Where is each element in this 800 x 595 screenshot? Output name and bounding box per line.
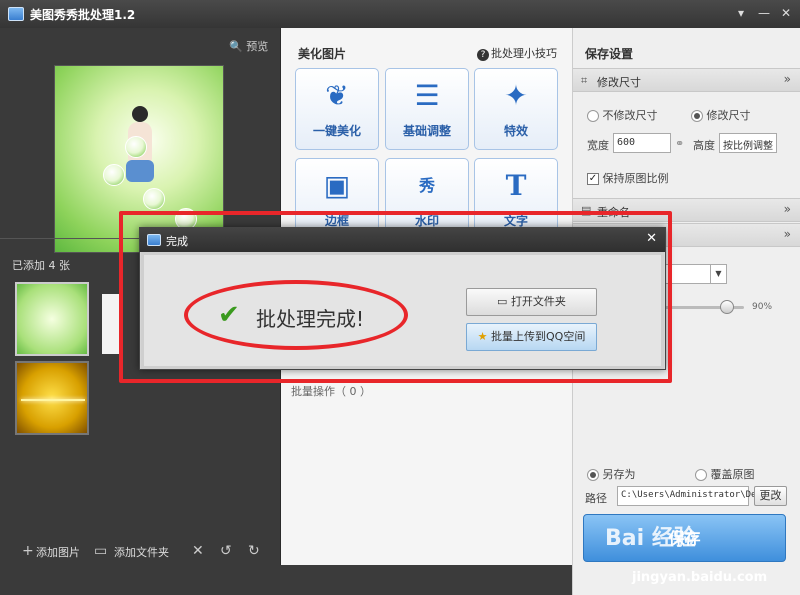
save-as-label: 另存为 bbox=[602, 468, 636, 481]
overwrite-label: 覆盖原图 bbox=[710, 468, 755, 481]
left-bottom-bar: + 添加图片 ▭ 添加文件夹 ✕ ↺ ↻ bbox=[0, 538, 280, 568]
add-images-button[interactable]: 添加图片 bbox=[36, 544, 80, 560]
upload-qq-label: 批量上传到QQ空间 bbox=[491, 330, 586, 343]
watermark-icon: 秀 bbox=[418, 176, 435, 195]
app-logo-icon bbox=[8, 7, 24, 21]
batch-ops-label: 批量操作（ 0 ） bbox=[291, 385, 371, 398]
frame-icon: ▣ bbox=[323, 169, 351, 202]
height-input[interactable]: 按比例调整 bbox=[719, 133, 777, 153]
title-bar: 美图秀秀批处理1.2 ▾ — ✕ bbox=[0, 0, 800, 28]
width-label: 宽度 bbox=[587, 139, 609, 152]
resize-label: 修改尺寸 bbox=[706, 109, 751, 122]
path-label: 路径 bbox=[585, 492, 607, 505]
close-icon[interactable]: ✕ bbox=[777, 4, 795, 22]
keep-ratio-label: 保持原图比例 bbox=[602, 172, 669, 185]
save-settings-title: 保存设置 bbox=[585, 47, 634, 61]
chevron-right-icon: » bbox=[783, 202, 791, 216]
preview-label: 预览 bbox=[246, 40, 269, 53]
preview-image bbox=[54, 65, 224, 253]
leaf-bubble bbox=[103, 164, 125, 186]
save-as-option[interactable]: 另存为 bbox=[587, 466, 636, 482]
done-message: 批处理完成! bbox=[256, 307, 365, 331]
sliders-icon: ☰ bbox=[414, 79, 440, 112]
app-logo-icon bbox=[147, 234, 161, 246]
no-resize-option[interactable]: 不修改尺寸 bbox=[587, 107, 658, 123]
preview-button[interactable]: 🔍 预览 bbox=[229, 38, 268, 54]
delete-icon[interactable]: ✕ bbox=[192, 543, 204, 559]
thumbnail-2[interactable] bbox=[15, 361, 89, 435]
open-folder-label: 打开文件夹 bbox=[510, 295, 566, 308]
tool-one-click[interactable]: ❦ 一键美化 bbox=[295, 68, 379, 150]
resize-option[interactable]: 修改尺寸 bbox=[691, 107, 751, 123]
tool-basic-adjust[interactable]: ☰ 基础调整 bbox=[385, 68, 469, 150]
baidu-watermark: Bai 经验 bbox=[605, 526, 696, 551]
overwrite-option[interactable]: 覆盖原图 bbox=[695, 466, 755, 482]
rename-header-label: 重命名 bbox=[597, 206, 630, 219]
dialog-body: ✔ 批处理完成! ▭ 打开文件夹 ★ 批量上传到QQ空间 bbox=[141, 252, 664, 369]
quality-slider-knob[interactable] bbox=[720, 300, 734, 314]
folder-icon: ▭ bbox=[94, 543, 108, 559]
width-input[interactable]: 600 bbox=[613, 133, 671, 153]
no-resize-label: 不修改尺寸 bbox=[602, 109, 658, 122]
keep-ratio-checkbox[interactable]: ✓ 保持原图比例 bbox=[587, 170, 669, 186]
tool-label: 基础调整 bbox=[402, 124, 451, 138]
baidu-watermark-url: jingyan.baidu.com bbox=[632, 570, 768, 585]
magnifier-icon: 🔍 bbox=[229, 40, 243, 53]
crop-icon: ⌗ bbox=[581, 74, 588, 87]
path-input[interactable]: C:\Users\Administrator\De bbox=[617, 486, 756, 506]
quality-value: 90% bbox=[752, 302, 773, 312]
star-icon: ★ bbox=[477, 330, 492, 343]
help-icon: ? bbox=[477, 49, 489, 61]
minimize-icon[interactable]: — bbox=[755, 4, 773, 22]
add-folder-button[interactable]: 添加文件夹 bbox=[114, 544, 169, 560]
close-icon[interactable]: ✕ bbox=[646, 231, 657, 246]
leaf-bubble bbox=[143, 188, 165, 210]
added-count: 已添加 4 张 bbox=[12, 259, 70, 272]
change-path-button[interactable]: 更改 bbox=[754, 486, 787, 506]
chevron-down-icon: » bbox=[783, 72, 791, 86]
text-icon: T bbox=[505, 169, 527, 202]
tips-label: 批处理小技巧 bbox=[491, 47, 557, 60]
open-folder-button[interactable]: ▭ 打开文件夹 bbox=[466, 288, 597, 316]
completion-dialog: 完成 ✕ ✔ 批处理完成! ▭ 打开文件夹 ★ 批量上传到QQ空间 bbox=[139, 227, 666, 370]
height-label: 高度 bbox=[693, 139, 715, 152]
rename-section-header[interactable]: ▤ 重命名 » bbox=[573, 198, 800, 222]
tips-link[interactable]: ? 批处理小技巧 bbox=[477, 45, 557, 61]
checkmark-icon: ✔ bbox=[218, 300, 240, 330]
chevron-down-icon: » bbox=[783, 227, 791, 241]
leaf-bubble bbox=[125, 136, 147, 158]
dialog-title: 完成 bbox=[166, 235, 188, 248]
plus-icon: + bbox=[22, 543, 34, 559]
chevron-down-icon: ▼ bbox=[710, 265, 726, 283]
tulip-icon: ❦ bbox=[325, 79, 349, 112]
window-title: 美图秀秀批处理1.2 bbox=[30, 8, 136, 22]
resize-header-label: 修改尺寸 bbox=[597, 76, 641, 89]
rotate-right-icon[interactable]: ↻ bbox=[248, 543, 260, 559]
folder-icon: ▭ bbox=[497, 295, 511, 308]
dialog-titlebar: 完成 ✕ bbox=[140, 228, 665, 252]
link-icon[interactable]: ⚭ bbox=[675, 137, 684, 150]
tool-label: 一键美化 bbox=[312, 124, 361, 138]
thumbnail-3[interactable] bbox=[102, 294, 122, 354]
menu-icon[interactable]: ▾ bbox=[732, 4, 750, 22]
tool-effects[interactable]: ✦ 特效 bbox=[474, 68, 558, 150]
rotate-left-icon[interactable]: ↺ bbox=[220, 543, 232, 559]
thumbnail-1[interactable] bbox=[15, 282, 89, 356]
magic-wand-icon: ✦ bbox=[504, 79, 528, 112]
tool-label: 特效 bbox=[503, 124, 528, 138]
beautify-title: 美化图片 bbox=[298, 47, 347, 61]
upload-qq-button[interactable]: ★ 批量上传到QQ空间 bbox=[466, 323, 597, 351]
rename-icon: ▤ bbox=[581, 204, 592, 217]
resize-section-header[interactable]: ⌗ 修改尺寸 » bbox=[573, 68, 800, 92]
